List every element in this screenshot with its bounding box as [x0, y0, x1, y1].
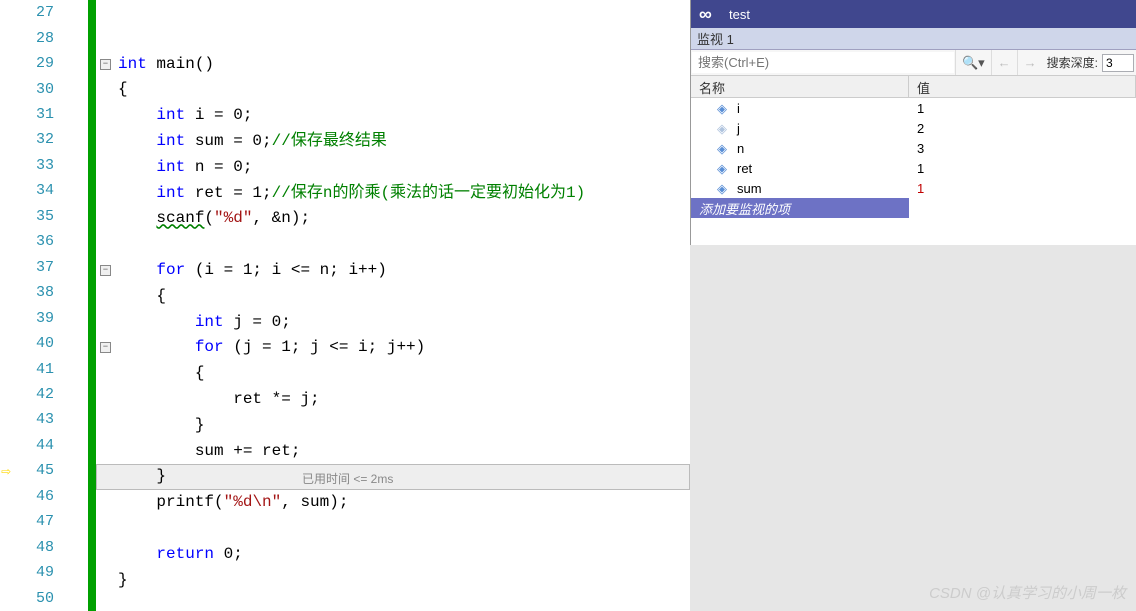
col-name-header[interactable]: 名称: [691, 76, 909, 97]
code-line[interactable]: int n = 0;: [118, 155, 690, 181]
vs-logo-icon: [699, 4, 719, 24]
watch-title: test: [729, 7, 750, 22]
code-line[interactable]: [118, 516, 690, 542]
watch-title-bar: test: [691, 0, 1136, 28]
gutter-line[interactable]: 47: [0, 509, 88, 534]
code-line[interactable]: [118, 0, 690, 26]
variable-icon: [717, 121, 731, 135]
watch-tab-bar[interactable]: 监视 1: [691, 28, 1136, 50]
gutter-line[interactable]: 40: [0, 331, 88, 356]
watch-add-placeholder[interactable]: 添加要监视的项: [691, 199, 909, 218]
watch-var-value[interactable]: 1: [909, 101, 1136, 116]
watch-var-value[interactable]: 2: [909, 121, 1136, 136]
code-line[interactable]: int ret = 1;//保存n的阶乘(乘法的话一定要初始化为1): [118, 181, 690, 207]
depth-input[interactable]: [1102, 54, 1134, 72]
code-line[interactable]: printf("%d\n", sum);: [118, 490, 690, 516]
gutter-line[interactable]: 44: [0, 433, 88, 458]
gutter-line[interactable]: 41: [0, 356, 88, 381]
variable-icon: [717, 181, 731, 195]
watch-row[interactable]: i1: [691, 98, 1136, 118]
watch-var-name: i: [737, 101, 740, 116]
code-line[interactable]: int main(): [118, 52, 690, 78]
code-line[interactable]: [118, 232, 690, 258]
watch-row[interactable]: sum 1: [691, 178, 1136, 198]
code-line[interactable]: sum += ret;: [118, 439, 690, 465]
gutter-line[interactable]: ⇨45: [0, 458, 88, 483]
watch-panel: test 监视 1 🔍▾ ← → 搜索深度: 名称 值 i1j2n3ret1su…: [690, 0, 1136, 245]
code-line[interactable]: int i = 0;: [118, 103, 690, 129]
watch-row[interactable]: j2: [691, 118, 1136, 138]
code-line[interactable]: {: [118, 361, 690, 387]
code-line[interactable]: int j = 0;: [118, 310, 690, 336]
watch-var-name: ret: [737, 161, 752, 176]
gutter-line[interactable]: 30: [0, 76, 88, 101]
code-line[interactable]: for (j = 1; j <= i; j++): [118, 335, 690, 361]
fold-toggle-icon[interactable]: −: [100, 265, 111, 276]
code-line[interactable]: }已用时间 <= 2ms: [118, 464, 166, 490]
col-value-header[interactable]: 值: [909, 76, 1136, 97]
gutter-line[interactable]: 50: [0, 585, 88, 610]
code-line[interactable]: scanf("%d", &n);: [118, 206, 690, 232]
watch-var-value[interactable]: 1: [909, 161, 1136, 176]
watermark: CSDN @认真学习的小周一枚: [929, 582, 1126, 603]
change-marker-bar: [88, 0, 96, 611]
gutter-line[interactable]: 37: [0, 255, 88, 280]
code-editor[interactable]: 272829303132333435363738394041424344⇨454…: [0, 0, 690, 611]
depth-label: 搜索深度:: [1043, 54, 1102, 71]
code-content[interactable]: int main(){ int i = 0; int sum = 0;//保存最…: [118, 0, 690, 593]
watch-var-value[interactable]: 3: [909, 141, 1136, 156]
watch-search-input[interactable]: [692, 52, 954, 73]
gutter-line[interactable]: 42: [0, 382, 88, 407]
watch-var-name: sum: [737, 181, 762, 196]
gutter-line[interactable]: 43: [0, 407, 88, 432]
gutter-line[interactable]: 31: [0, 102, 88, 127]
watch-columns-header: 名称 值: [691, 76, 1136, 98]
gutter-line[interactable]: 27: [0, 0, 88, 25]
nav-back-icon: ←: [991, 50, 1017, 75]
gutter-line[interactable]: 34: [0, 178, 88, 203]
watch-var-name: j: [737, 121, 740, 136]
watch-tab-label[interactable]: 监视 1: [697, 29, 734, 48]
watch-var-value[interactable]: 1: [909, 181, 1136, 196]
gutter-line[interactable]: 48: [0, 535, 88, 560]
gutter-line[interactable]: 46: [0, 484, 88, 509]
watch-add-row[interactable]: 添加要监视的项: [691, 198, 1136, 218]
watch-search-bar: 🔍▾ ← → 搜索深度:: [691, 50, 1136, 76]
fold-column: − − −: [100, 0, 116, 611]
code-line[interactable]: }: [118, 568, 690, 594]
code-line[interactable]: ret *= j;: [118, 387, 690, 413]
variable-icon: [717, 141, 731, 155]
gutter-line[interactable]: 33: [0, 153, 88, 178]
variable-icon: [717, 101, 731, 115]
fold-toggle-icon[interactable]: −: [100, 59, 111, 70]
gutter-line[interactable]: 49: [0, 560, 88, 585]
watch-row[interactable]: ret 1: [691, 158, 1136, 178]
gutter-line[interactable]: 29: [0, 51, 88, 76]
code-line[interactable]: return 0;: [118, 542, 690, 568]
gutter-line[interactable]: 36: [0, 229, 88, 254]
gutter-line[interactable]: 28: [0, 25, 88, 50]
nav-forward-icon: →: [1017, 50, 1043, 75]
code-line[interactable]: {: [118, 284, 690, 310]
search-icon[interactable]: 🔍▾: [955, 50, 991, 75]
gutter-line[interactable]: 32: [0, 127, 88, 152]
watch-var-name: n: [737, 141, 744, 156]
watch-rows: i1j2n3ret1sum1: [691, 98, 1136, 198]
watch-add-value: [909, 198, 1136, 218]
gutter-line[interactable]: 38: [0, 280, 88, 305]
fold-toggle-icon[interactable]: −: [100, 342, 111, 353]
gutter-line[interactable]: 35: [0, 204, 88, 229]
variable-icon: [717, 161, 731, 175]
code-line[interactable]: for (i = 1; i <= n; i++): [118, 258, 690, 284]
code-line[interactable]: [118, 26, 690, 52]
code-line[interactable]: int sum = 0;//保存最终结果: [118, 129, 690, 155]
line-gutter: 272829303132333435363738394041424344⇨454…: [0, 0, 88, 611]
code-line[interactable]: }: [118, 413, 690, 439]
gutter-line[interactable]: 39: [0, 305, 88, 330]
code-line[interactable]: {: [118, 77, 690, 103]
watch-row[interactable]: n3: [691, 138, 1136, 158]
